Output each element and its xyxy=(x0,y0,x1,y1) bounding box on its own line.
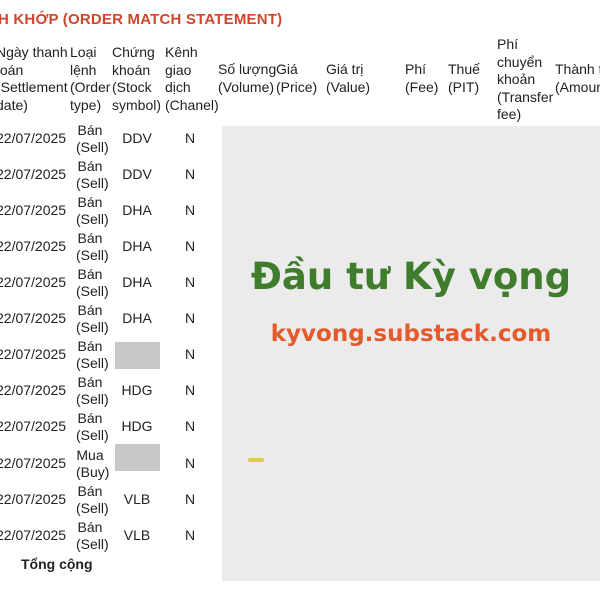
header-stock-symbol: Chứng khoán (Stock symbol) xyxy=(112,44,162,113)
cell-symbol: DDV xyxy=(122,130,152,146)
cell-date: 22/07/2025 xyxy=(0,310,67,326)
cell-order-type: Bán (Sell) xyxy=(76,194,109,227)
watermark-overlay: Đầu tư Kỳ vọng kyvong.substack.com xyxy=(222,126,600,581)
cell-channel: N xyxy=(184,130,196,146)
header-channel: Kênh giao dịch (Chanel) xyxy=(165,44,219,113)
header-pit: Thuế (PIT) xyxy=(448,61,480,95)
statement-title: H KHỚP (ORDER MATCH STATEMENT) xyxy=(0,11,283,28)
redacted-symbol xyxy=(115,342,160,369)
cell-date: 22/07/2025 xyxy=(0,166,67,182)
cell-date: 22/07/2025 xyxy=(0,130,67,146)
cell-symbol: HDG xyxy=(121,382,153,398)
cell-order-type: Bán (Sell) xyxy=(76,519,109,552)
cell-order-type: Bán (Sell) xyxy=(76,374,109,407)
cell-channel: N xyxy=(184,418,196,434)
cell-order-type: Bán (Sell) xyxy=(76,302,109,335)
cell-date: 22/07/2025 xyxy=(0,202,67,218)
header-settlement-date: Ngày thanh toán (Settlement date) xyxy=(0,44,68,113)
watermark-url: kyvong.substack.com xyxy=(270,321,552,347)
cell-channel: N xyxy=(184,527,196,543)
total-label: Tổng cộng xyxy=(21,556,93,572)
cell-order-type: Bán (Sell) xyxy=(76,122,109,155)
cell-date: 22/07/2025 xyxy=(0,455,67,471)
cell-channel: N xyxy=(184,455,196,471)
cell-order-type: Bán (Sell) xyxy=(76,230,109,263)
header-fee: Phí (Fee) xyxy=(405,61,439,95)
cell-date: 22/07/2025 xyxy=(0,274,67,290)
cell-channel: N xyxy=(184,274,196,290)
redacted-symbol xyxy=(115,444,160,471)
cell-channel: N xyxy=(184,238,196,254)
cell-order-type: Bán (Sell) xyxy=(76,483,109,516)
cell-symbol: DHA xyxy=(122,274,152,290)
header-order-type: Loại lệnh (Order type) xyxy=(70,44,111,113)
cell-channel: N xyxy=(184,382,196,398)
cell-order-type: Bán (Sell) xyxy=(76,266,109,299)
cell-date: 22/07/2025 xyxy=(0,418,67,434)
cell-date: 22/07/2025 xyxy=(0,491,67,507)
cell-order-type: Bán (Sell) xyxy=(76,158,109,191)
cell-channel: N xyxy=(184,166,196,182)
cell-symbol: VLB xyxy=(123,527,151,543)
cell-channel: N xyxy=(184,491,196,507)
cell-date: 22/07/2025 xyxy=(0,238,67,254)
cell-symbol: HDG xyxy=(121,418,153,434)
cell-channel: N xyxy=(184,346,196,362)
header-amount: Thành t (Amoun xyxy=(555,61,600,95)
header-price: Giá (Price) xyxy=(276,61,318,95)
highlight-mark xyxy=(248,458,264,462)
cell-symbol: DDV xyxy=(122,166,152,182)
cell-order-type: Bán (Sell) xyxy=(76,338,109,371)
header-transfer-fee: Phí chuyển khoản (Transfer fee) xyxy=(497,36,554,122)
cell-order-type: Mua (Buy) xyxy=(76,447,110,480)
header-value: Giá trị (Value) xyxy=(326,61,371,95)
cell-symbol: DHA xyxy=(122,202,152,218)
cell-channel: N xyxy=(184,310,196,326)
cell-date: 22/07/2025 xyxy=(0,382,67,398)
header-volume: Số lượng (Volume) xyxy=(218,61,277,95)
cell-channel: N xyxy=(184,202,196,218)
cell-date: 22/07/2025 xyxy=(0,346,67,362)
cell-symbol: VLB xyxy=(123,491,151,507)
watermark-title: Đầu tư Kỳ vọng xyxy=(250,255,572,298)
cell-order-type: Bán (Sell) xyxy=(76,410,109,443)
cell-date: 22/07/2025 xyxy=(0,527,67,543)
cell-symbol: DHA xyxy=(122,310,152,326)
cell-symbol: DHA xyxy=(122,238,152,254)
